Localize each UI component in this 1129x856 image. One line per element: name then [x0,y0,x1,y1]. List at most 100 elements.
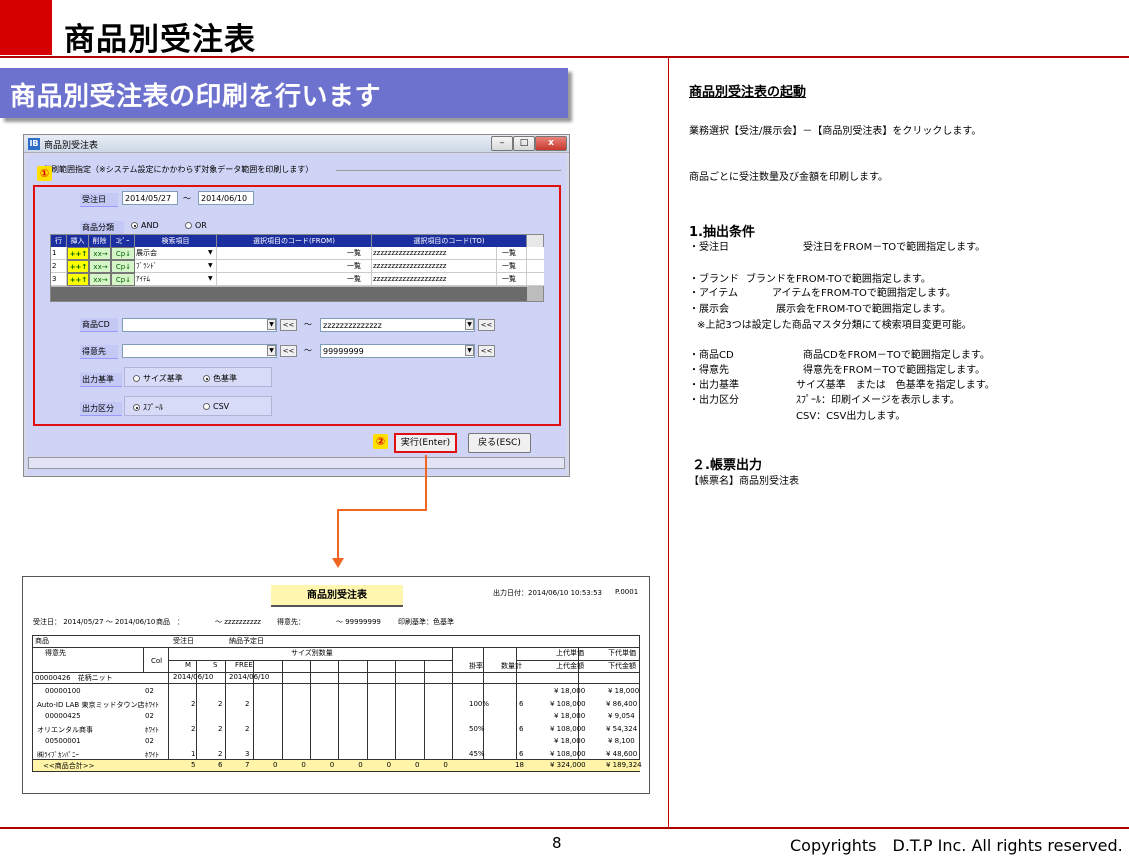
total-m: 5 [191,761,196,769]
banner-text: 商品別受注表の印刷を行います [10,82,382,112]
report-cond-product-to: ～ zzzzzzzzzz [215,618,261,626]
right-note: ※上記3つは設定した商品マスタ分類にて検索項目変更可能。 [697,320,972,331]
product-cd-from-dropdown[interactable]: ▼ [267,319,276,330]
customer-from-dropdown[interactable]: ▼ [267,345,276,356]
report-line-qty: 6 [519,700,524,708]
order-date-label: 受注日 [80,193,118,207]
size-basis-label: サイズ基準 [143,374,183,383]
condition-cell-ins[interactable]: ++↑ [67,247,89,260]
csv-radio[interactable]: CSV [203,402,229,411]
th-code-from: 選択項目のコード(FROM) [217,235,372,247]
report-line-code: 00500001 [45,737,81,745]
product-cd-to-input[interactable]: zzzzzzzzzzzzzz [320,318,475,332]
customer-from-input[interactable] [122,344,277,358]
cond-item-desc: ブランドをFROM-TOで範囲指定します。 [746,274,931,285]
condition-row: 3 ++↑ xx→ Cp↓ ｱｲﾃﾑ 一覧 zzzzzzzzzzzzzzzzzzzz 一覧 ▼ [51,273,544,286]
condition-cell-del[interactable]: xx→ [89,273,111,286]
condition-cell-cp[interactable]: Cp↓ [111,260,135,273]
order-date-from-input[interactable]: 2014/05/27 [122,191,178,205]
product-cd-from-input[interactable] [122,318,277,332]
rh-qty: 数量計 [501,662,522,670]
report-line-rate: 50% [469,725,485,733]
close-button[interactable]: x [535,136,567,151]
minimize-button[interactable]: – [491,136,513,151]
condition-cell-list[interactable]: 一覧 [346,273,372,286]
condition-cell-no: 3 [51,273,67,286]
item-dropdown[interactable]: ▼ [207,260,217,273]
th-search-item: 検索項目 [135,235,217,247]
scroll-up[interactable] [527,235,544,247]
range-tilde-2: ～ [304,320,312,329]
total-row [33,760,640,771]
report-output-date: 出力日付：2014/06/10 10:53:53 [493,589,603,597]
grid-line [33,647,639,648]
run-button[interactable]: 実行(Enter) [394,433,457,453]
report-line-upamt: ¥ 108,000 [550,750,586,758]
spool-radio[interactable]: ｽﾌﾟｰﾙ [133,402,163,413]
condition-cell-cp[interactable]: Cp↓ [111,247,135,260]
grid-line [168,647,169,759]
arrow-head-icon [332,558,344,568]
group-code: 00000426 花柄ニット [35,674,113,682]
color-basis-radio[interactable]: 色基準 [203,373,237,384]
report-cond-customer-to: ～ 99999999 [336,618,381,626]
report-line-low: ¥ 8,100 [608,737,635,745]
maximize-button[interactable]: □ [513,136,535,151]
product-cd-to-back[interactable]: << [478,319,495,331]
report-cond-basis: 印刷基準：色基準 [398,618,454,626]
report-line-lowamt: ¥ 48,600 [606,750,638,758]
condition-cell-list[interactable]: 一覧 [346,247,372,260]
product-cd-label: 商品CD [80,318,118,332]
page-title: 商品別受注表 [64,22,256,58]
arrow-segment [337,509,427,511]
right-line2: 商品ごとに受注数量及び金額を印刷します。 [689,172,888,183]
condition-cell-list2[interactable]: 一覧 [501,247,527,260]
condition-cell-item[interactable]: ﾌﾞﾗﾝﾄﾞ [135,260,217,273]
product-cd-from-back[interactable]: << [280,319,297,331]
customer-from-back[interactable]: << [280,345,297,357]
report-line-rate: 100% [469,700,490,708]
condition-cell-del[interactable]: xx→ [89,260,111,273]
customer-to-back[interactable]: << [478,345,495,357]
report-line-qty: 6 [519,750,524,758]
back-button[interactable]: 戻る(ESC) [468,433,531,453]
condition-cell-to: zzzzzzzzzzzzzzzzzzzz [372,260,497,273]
condition-cell-del[interactable]: xx→ [89,247,111,260]
th-code-to: 選択項目のコード(TO) [372,235,527,247]
customer-to-dropdown[interactable]: ▼ [465,345,474,356]
right-line1: 業務選択【受注/展示会】－【商品別受注表】をクリックします。 [689,126,982,137]
total-zero: 0 [415,761,420,769]
condition-cell-ins[interactable]: ++↑ [67,273,89,286]
or-label: OR [195,221,207,230]
condition-cell-list2[interactable]: 一覧 [501,260,527,273]
grid-line [423,660,425,759]
cond-item-desc: サイズ基準 または 色基準を指定します。 [796,380,995,391]
header-red-block [0,0,52,55]
item-dropdown[interactable]: ▼ [207,247,217,260]
or-radio[interactable]: OR [185,221,207,230]
report-line-s: 2 [218,750,223,758]
total-s: 6 [218,761,223,769]
total-zero: 0 [386,761,392,769]
customer-to-input[interactable]: 99999999 [320,344,475,358]
customer-label: 得意先 [80,345,118,359]
header-divider [0,56,1129,58]
condition-cell-item[interactable]: 展示会 [135,247,217,260]
report-line-up: ¥ 18,000 [554,737,586,745]
total-zero: 0 [301,761,306,769]
condition-cell-ins[interactable]: ++↑ [67,260,89,273]
order-date-to-input[interactable]: 2014/06/10 [198,191,254,205]
size-basis-radio[interactable]: サイズ基準 [133,373,183,384]
and-radio[interactable]: AND [131,221,159,230]
condition-cell-list[interactable]: 一覧 [346,260,372,273]
item-dropdown[interactable]: ▼ [207,273,217,286]
product-cd-to-dropdown[interactable]: ▼ [465,319,474,330]
condition-cell-cp[interactable]: Cp↓ [111,273,135,286]
condition-cell-list2[interactable]: 一覧 [501,273,527,286]
condition-cell-item[interactable]: ｱｲﾃﾑ [135,273,217,286]
condition-row: 2 ++↑ xx→ Cp↓ ﾌﾞﾗﾝﾄﾞ 一覧 zzzzzzzzzzzzzzzzzzzz 一覧… [51,260,544,273]
condition-cell-to: zzzzzzzzzzzzzzzzzzzz [372,273,497,286]
dialog-titlebar: IB 商品別受注表 – □ x [24,135,569,153]
table-empty-area [51,287,527,301]
category-label: 商品分類 [80,221,124,235]
